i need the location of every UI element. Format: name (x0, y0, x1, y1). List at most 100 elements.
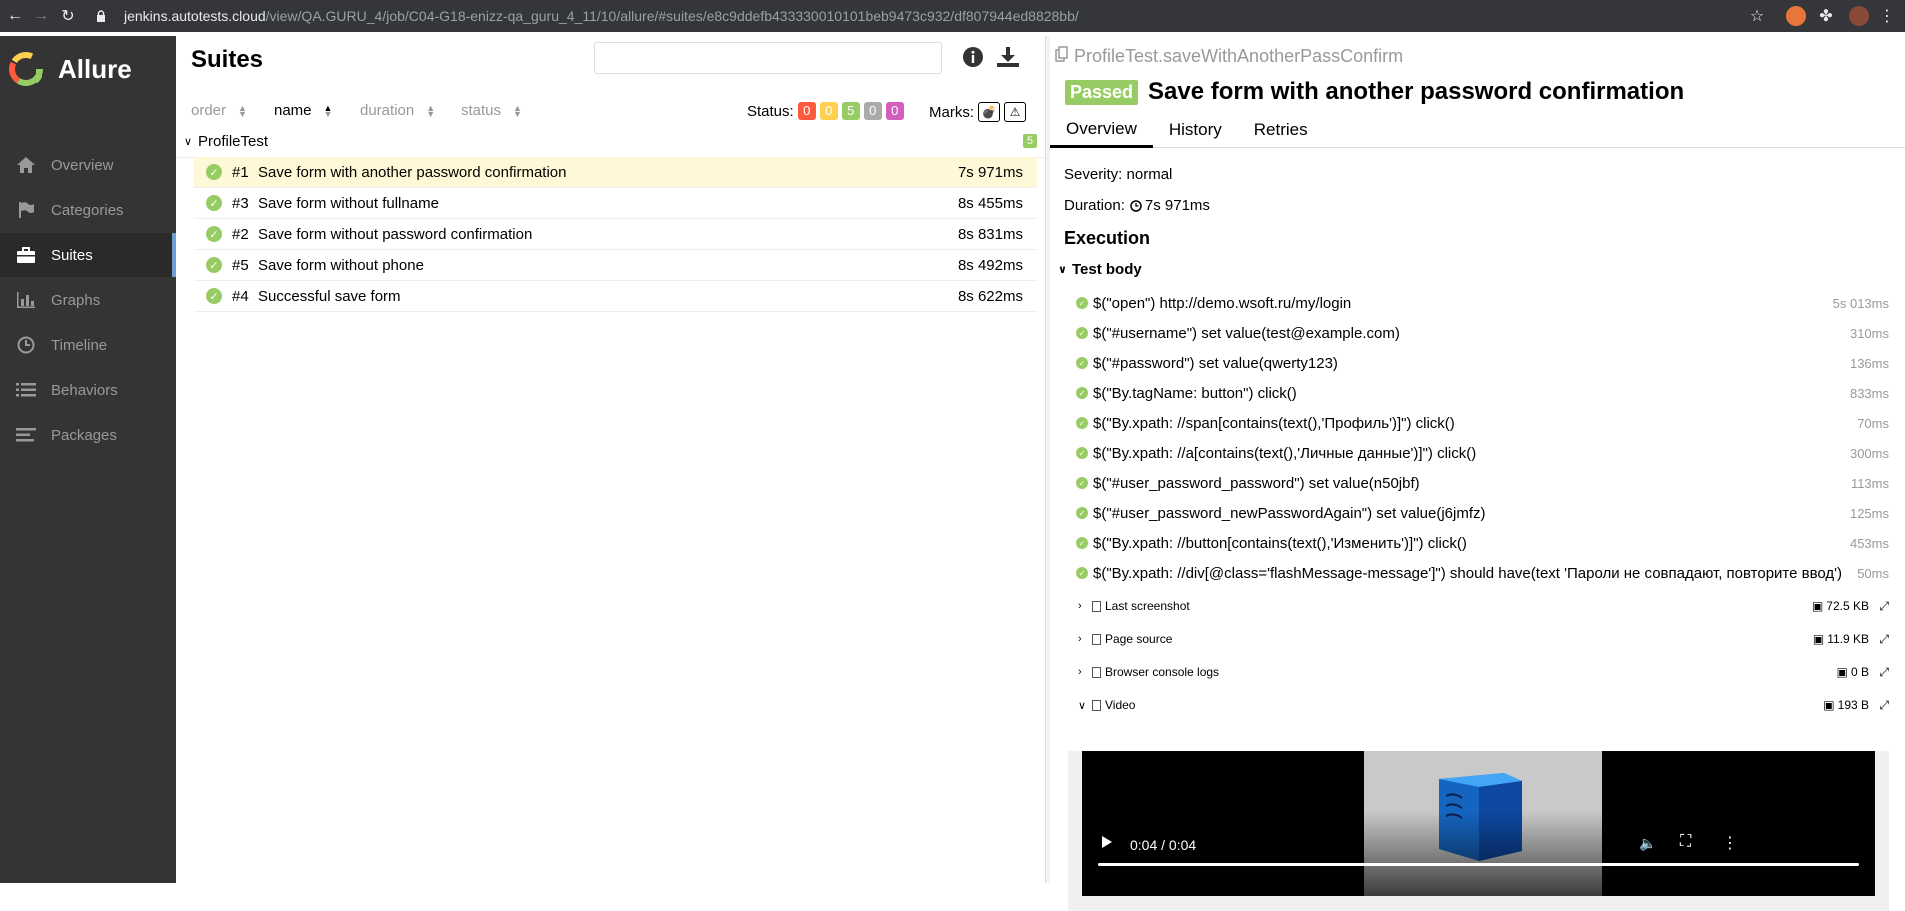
step-text: $("#user_password_password") set value(n… (1093, 474, 1420, 492)
passed-check-icon: ✓ (1076, 537, 1088, 549)
step[interactable]: ✓ $("#user_password_password") set value(… (1076, 470, 1889, 496)
expand-icon[interactable]: ⤢ (1879, 599, 1889, 614)
stage-title: Test body (1072, 261, 1142, 278)
flaky-bomb-icon[interactable]: 💣 (978, 102, 1000, 122)
sidebar-item-packages[interactable]: Packages (0, 413, 176, 457)
step[interactable]: ✓ $("By.tagName: button") click() 833ms (1076, 380, 1889, 406)
step-text: $("By.xpath: //a[contains(text(),'Личные… (1093, 444, 1477, 462)
sidebar-item-categories[interactable]: Categories (0, 188, 176, 232)
expand-icon[interactable]: ⤢ (1879, 698, 1889, 713)
sidebar-item-overview[interactable]: Overview (0, 143, 176, 187)
save-icon: ▣ (1823, 698, 1835, 712)
sort-label: order (191, 102, 227, 119)
copy-icon[interactable] (1055, 46, 1069, 67)
test-row[interactable]: ✓ #2 Save form without password confirma… (194, 219, 1037, 250)
test-duration: 8s 831ms (957, 225, 1023, 243)
sidebar-item-graphs[interactable]: Graphs (0, 278, 176, 322)
video-player[interactable]: 0:04 / 0:04 🔈 ⛶ ⋮ (1082, 751, 1875, 896)
test-row[interactable]: ✓ #5 Save form without phone 8s 492ms (194, 250, 1037, 281)
breadcrumb[interactable]: ProfileTest.saveWithAnotherPassConfirm (1055, 46, 1403, 67)
attachment-page-source[interactable]: › Page source ▣ 11.9 KB ⤢ (1078, 626, 1889, 652)
sort-name[interactable]: name ▲ ▼ (274, 102, 332, 119)
step[interactable]: ✓ $("#password") set value(qwerty123) 136m… (1076, 350, 1889, 376)
stage-test-body[interactable]: ∨ Test body (1058, 261, 1142, 278)
attachment-size-value: 72.5 KB (1826, 599, 1869, 613)
result-tabs: Overview History Retries (1050, 112, 1905, 148)
tab-overview[interactable]: Overview (1050, 112, 1153, 148)
passed-check-icon: ✓ (206, 226, 222, 242)
forward-icon[interactable]: → (30, 5, 52, 27)
status-count-failed[interactable]: 0 (797, 102, 816, 120)
sort-arrows-icon: ▲ ▼ (513, 102, 522, 119)
puzzle-icon[interactable]: ✤ (1815, 5, 1837, 27)
video-attachment: 0:04 / 0:04 🔈 ⛶ ⋮ (1068, 751, 1889, 911)
expand-icon[interactable]: ⤢ (1879, 632, 1889, 647)
avatar[interactable] (1849, 6, 1869, 26)
step[interactable]: ✓ $("By.xpath: //div[@class='flashMessage… (1076, 560, 1889, 586)
home-icon (12, 156, 40, 174)
menu-dots-icon[interactable]: ⋮ (1876, 5, 1898, 27)
sort-duration[interactable]: duration ▲ ▼ (360, 102, 435, 119)
sidebar-item-timeline[interactable]: Timeline (0, 323, 176, 367)
step-duration: 70ms (1857, 415, 1889, 431)
file-icon (1092, 633, 1101, 645)
test-row[interactable]: ✓ #1 Save form with another password con… (194, 157, 1037, 188)
browser-toolbar: ← → ↻ jenkins.autotests.cloud/view/QA.GU… (0, 0, 1905, 32)
suite-group-name: ProfileTest (198, 132, 269, 150)
brand[interactable]: Allure (8, 51, 132, 87)
allure-logo-icon (9, 52, 43, 86)
sort-order[interactable]: order ▲ ▼ (191, 102, 247, 119)
status-count-unknown[interactable]: 0 (885, 102, 904, 120)
info-icon[interactable] (962, 46, 984, 73)
step[interactable]: ✓ $("By.xpath: //span[contains(text(),'Пр… (1076, 410, 1889, 436)
tab-history[interactable]: History (1153, 112, 1238, 148)
test-row[interactable]: ✓ #3 Save form without fullname 8s 455ms (194, 188, 1037, 219)
step-text: $("#password") set value(qwerty123) (1093, 354, 1338, 372)
expand-icon[interactable]: ⤢ (1879, 665, 1889, 680)
severity: Severity: normal (1064, 166, 1173, 183)
fullscreen-icon[interactable]: ⛶ (1680, 833, 1691, 851)
attachment-video[interactable]: ∨ Video ▣ 193 B ⤢ (1078, 692, 1889, 718)
status-count-broken[interactable]: 0 (819, 102, 838, 120)
sidebar-item-suites[interactable]: Suites (0, 233, 176, 277)
suite-group-count: 5 (1022, 134, 1037, 148)
bookmark-star-icon[interactable]: ☆ (1746, 5, 1768, 27)
more-options-icon[interactable]: ⋮ (1722, 833, 1738, 853)
attachment-last-screenshot[interactable]: › Last screenshot ▣ 72.5 KB ⤢ (1078, 593, 1889, 619)
mute-icon[interactable]: 🔈 (1639, 835, 1656, 852)
status-count-passed[interactable]: 5 (841, 102, 860, 120)
marks-filter: Marks: 💣 ⚠ (929, 102, 1026, 122)
play-icon[interactable] (1100, 835, 1114, 854)
sort-status[interactable]: status ▲ ▼ (461, 102, 522, 119)
test-duration: 7s 971ms (957, 163, 1023, 181)
suite-group[interactable]: ∨ ProfileTest 5 (184, 126, 1037, 156)
chevron-down-icon: ∨ (184, 135, 193, 148)
page-title: Suites (191, 46, 264, 73)
download-icon[interactable] (996, 46, 1020, 73)
extension-icon[interactable] (1786, 6, 1806, 26)
address-bar[interactable]: jenkins.autotests.cloud/view/QA.GURU_4/j… (97, 3, 1764, 29)
step-text: $("By.xpath: //span[contains(text(),'Про… (1093, 414, 1455, 432)
sidebar-item-behaviors[interactable]: Behaviors (0, 368, 176, 412)
step[interactable]: ✓ $("By.xpath: //a[contains(text(),'Личны… (1076, 440, 1889, 466)
execution-heading: Execution (1064, 228, 1151, 248)
sidebar-item-label: Behaviors (51, 381, 118, 399)
step[interactable]: ✓ $("#username") set value(test@example.c… (1076, 320, 1889, 346)
search-input[interactable] (594, 42, 942, 74)
test-row[interactable]: ✓ #4 Successful save form 8s 622ms (194, 281, 1037, 312)
step-duration: 125ms (1849, 505, 1889, 521)
step[interactable]: ✓ $("#user_password_newPasswordAgain") se… (1076, 500, 1889, 526)
save-icon: ▣ (1811, 599, 1824, 613)
status-count-skipped[interactable]: 0 (863, 102, 882, 120)
test-name: Successful save form (258, 287, 401, 305)
file-icon (1092, 699, 1101, 711)
video-progress[interactable] (1098, 863, 1859, 866)
step-text: $("#user_password_newPasswordAgain") set… (1093, 504, 1486, 522)
attachment-browser-console-logs[interactable]: › Browser console logs ▣ 0 B ⤢ (1078, 659, 1889, 685)
step[interactable]: ✓ $("By.xpath: //button[contains(text(),'… (1076, 530, 1889, 556)
warning-icon[interactable]: ⚠ (1004, 102, 1026, 122)
step[interactable]: ✓ $("open") http://demo.wsoft.ru/my/login… (1076, 290, 1889, 316)
back-icon[interactable]: ← (4, 5, 26, 27)
reload-icon[interactable]: ↻ (57, 5, 79, 27)
tab-retries[interactable]: Retries (1238, 112, 1324, 148)
